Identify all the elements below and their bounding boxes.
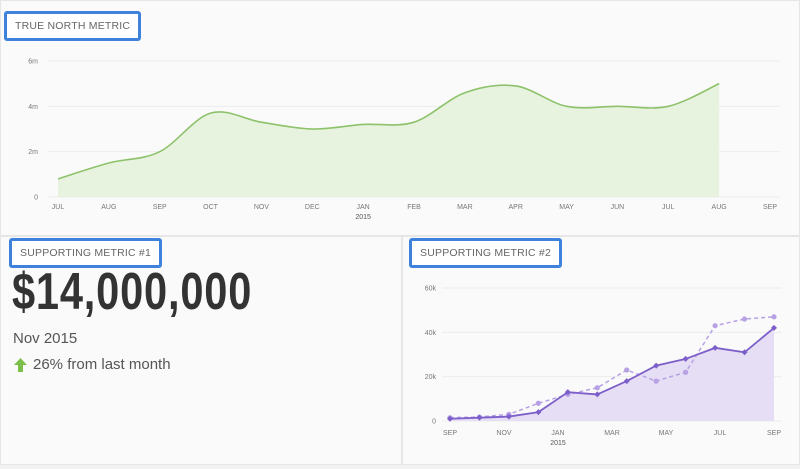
series-area (58, 83, 720, 197)
x-tick-label: MAR (457, 204, 473, 211)
x-tick-label: MAY (659, 430, 674, 437)
data-point (741, 316, 748, 322)
x-tick-label: JUL (662, 204, 675, 211)
true-north-metric-tag[interactable]: TRUE NORTH METRIC (4, 11, 142, 41)
x-year-label: 2015 (550, 440, 566, 447)
y-tick-label: 0 (432, 419, 436, 426)
x-tick-label: FEB (407, 204, 421, 211)
x-tick-label: AUG (712, 204, 727, 211)
y-tick-label: 0 (34, 195, 38, 202)
data-point (653, 378, 659, 384)
x-tick-label: SEP (763, 204, 777, 211)
y-tick-label: 6m (28, 59, 38, 66)
x-tick-label: SEP (767, 430, 781, 437)
x-tick-label: MAR (604, 430, 620, 437)
x-tick-label: OCT (203, 204, 219, 211)
series-area (450, 327, 774, 421)
x-tick-label: JUL (52, 204, 65, 211)
y-tick-label: 4m (28, 104, 38, 111)
x-tick-label: JUL (714, 430, 727, 437)
x-year-label: 2015 (355, 214, 371, 221)
data-point (683, 369, 689, 375)
metric-period: Nov 2015 (13, 330, 78, 347)
x-tick-label: APR (509, 204, 523, 211)
data-point (594, 385, 600, 391)
x-tick-label: JAN (357, 204, 370, 211)
data-point (535, 400, 541, 406)
x-tick-label: JAN (551, 430, 564, 437)
y-tick-label: 40k (425, 330, 437, 337)
data-point (712, 323, 718, 329)
data-point (771, 314, 777, 320)
x-tick-label: SEP (443, 430, 457, 437)
data-point (624, 367, 630, 373)
dashboard: 0 2m 4m 6m JUL AUG SEP OCT NOV DEC JAN FEB MAR APR MAY… (0, 0, 800, 469)
x-tick-label: JUN (611, 204, 625, 211)
x-tick-label: NOV (254, 204, 270, 211)
metric-change: 26% from last month (13, 356, 171, 373)
x-tick-label: MAY (559, 204, 574, 211)
y-tick-label: 20k (425, 374, 437, 381)
y-tick-label: 60k (425, 286, 437, 293)
supporting-metric-2-chart: 0 20k 40k 60k SEP NOV JAN MAR MAY JUL SEP 2015 (425, 286, 782, 447)
metric-change-text: 26% from last month (33, 356, 171, 373)
y-tick-label: 2m (28, 149, 38, 156)
x-tick-label: SEP (153, 204, 167, 211)
arrow-up-icon (14, 357, 27, 372)
x-tick-label: NOV (496, 430, 512, 437)
metric-value: $14,000,000 (12, 263, 253, 321)
x-tick-label: AUG (101, 204, 116, 211)
supporting-metric-2-tag[interactable]: SUPPORTING METRIC #2 (409, 238, 562, 268)
x-tick-label: DEC (305, 204, 320, 211)
